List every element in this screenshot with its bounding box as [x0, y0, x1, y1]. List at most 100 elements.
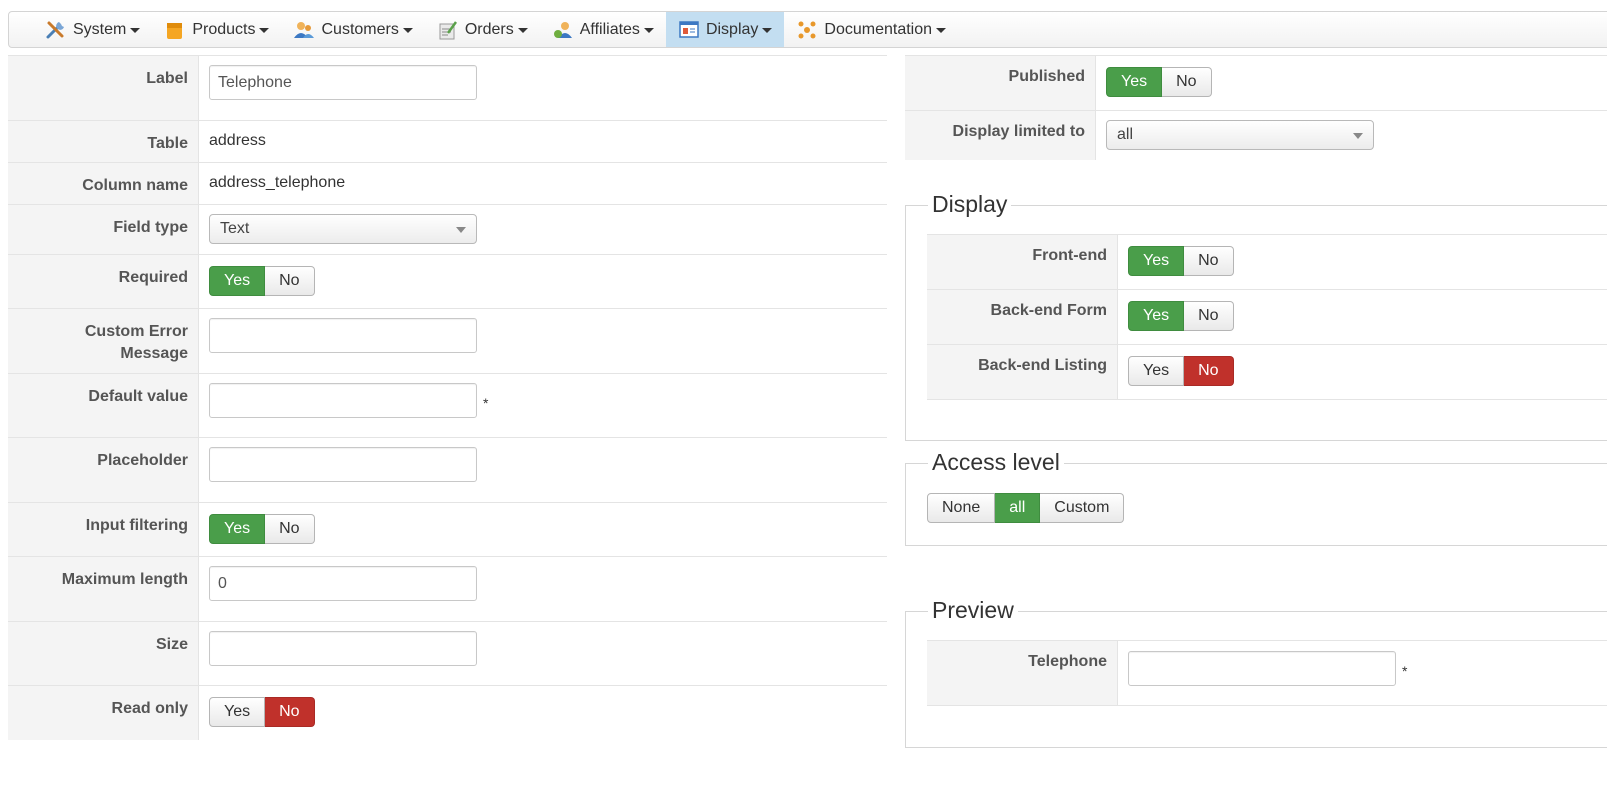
read-only-toggle: Yes No [209, 697, 315, 727]
menu-label: Affiliates [579, 20, 640, 38]
back-end-listing-toggle: Yes No [1128, 356, 1234, 386]
menu-products[interactable]: Products [152, 12, 281, 47]
field-label: Default value [8, 374, 199, 437]
menu-customers[interactable]: Customers [281, 12, 424, 47]
row-size: Size [8, 621, 887, 685]
row-back-end-form: Back-end Form Yes No [927, 289, 1607, 344]
field-type-select[interactable]: Text [209, 214, 477, 244]
row-front-end: Front-end Yes No [927, 234, 1607, 289]
field-label: Back-end Listing [927, 345, 1118, 399]
field-label: Placeholder [8, 438, 199, 502]
row-custom-error: Custom Error Message [8, 308, 887, 373]
menu-label: System [73, 20, 127, 38]
row-default-value: Default value * [8, 373, 887, 437]
row-label: Label [8, 55, 887, 120]
access-all-button[interactable]: all [995, 493, 1041, 523]
row-published: Published Yes No [905, 55, 1607, 110]
field-label: Size [8, 622, 199, 685]
required-yes-button[interactable]: Yes [209, 266, 266, 296]
row-required: Required Yes No [8, 254, 887, 308]
row-back-end-listing: Back-end Listing Yes No [927, 344, 1607, 400]
chevron-down-icon [130, 28, 141, 33]
input-filtering-no-button[interactable]: No [265, 514, 315, 544]
published-no-button[interactable]: No [1162, 67, 1212, 97]
field-label: Custom Error Message [8, 309, 199, 373]
default-value-input[interactable] [209, 383, 477, 418]
field-type-selected: Text [220, 220, 250, 237]
chevron-down-icon [259, 28, 270, 33]
field-label: Label [8, 56, 199, 120]
row-table: Table address [8, 120, 887, 162]
back-end-listing-yes-button[interactable]: Yes [1128, 356, 1185, 386]
field-label: Field type [8, 205, 199, 254]
row-max-length: Maximum length [8, 556, 887, 621]
field-label: Table [8, 121, 199, 162]
tools-icon [45, 19, 67, 41]
table-value: address [209, 132, 266, 149]
field-properties-form: Label Table address Column name address_… [8, 55, 887, 740]
published-toggle: Yes No [1106, 67, 1212, 97]
menu-label: Orders [464, 20, 514, 38]
front-end-yes-button[interactable]: Yes [1128, 246, 1185, 276]
menu-label: Products [192, 20, 256, 38]
display-limited-select[interactable]: all [1106, 120, 1374, 150]
row-placeholder: Placeholder [8, 437, 887, 502]
display-icon [678, 19, 700, 41]
row-preview-telephone: Telephone * [927, 640, 1607, 706]
read-only-no-button[interactable]: No [265, 697, 315, 727]
field-label: Display limited to [905, 111, 1096, 160]
row-read-only: Read only Yes No [8, 685, 887, 740]
label-input[interactable] [209, 65, 477, 100]
read-only-yes-button[interactable]: Yes [209, 697, 266, 727]
column-name-value: address_telephone [209, 174, 346, 191]
required-toggle: Yes No [209, 266, 315, 296]
chevron-down-icon [643, 28, 654, 33]
chevron-down-icon [762, 28, 773, 33]
placeholder-input[interactable] [209, 447, 477, 482]
published-yes-button[interactable]: Yes [1106, 67, 1163, 97]
front-end-no-button[interactable]: No [1184, 246, 1234, 276]
row-display-limited: Display limited to all [905, 110, 1607, 160]
access-level-toggle: None all Custom [927, 493, 1125, 523]
top-menu-bar: System Products Customers Orders Affilia… [8, 11, 1607, 48]
row-field-type: Field type Text [8, 204, 887, 254]
affiliates-icon [552, 19, 574, 41]
orders-icon [437, 19, 459, 41]
menu-documentation[interactable]: Documentation [784, 12, 958, 47]
size-input[interactable] [209, 631, 477, 666]
field-label: Read only [8, 686, 199, 740]
custom-error-input[interactable] [209, 318, 477, 353]
input-filtering-yes-button[interactable]: Yes [209, 514, 266, 544]
menu-affiliates[interactable]: Affiliates [540, 12, 666, 47]
display-legend: Display [928, 191, 1012, 218]
products-icon [164, 19, 186, 41]
field-label: Column name [8, 163, 199, 204]
max-length-input[interactable] [209, 566, 477, 601]
documentation-icon [796, 19, 818, 41]
access-level-fieldset: Access level None all Custom [905, 449, 1607, 546]
input-filtering-toggle: Yes No [209, 514, 315, 544]
required-asterisk: * [1402, 663, 1408, 679]
back-end-form-no-button[interactable]: No [1184, 301, 1234, 331]
customers-icon [293, 19, 315, 41]
display-limited-selected: all [1117, 126, 1134, 143]
back-end-form-toggle: Yes No [1128, 301, 1234, 331]
access-custom-button[interactable]: Custom [1040, 493, 1125, 523]
field-label: Required [8, 255, 199, 308]
chevron-down-icon [402, 28, 413, 33]
field-label: Maximum length [8, 557, 199, 621]
row-column-name: Column name address_telephone [8, 162, 887, 204]
required-no-button[interactable]: No [265, 266, 315, 296]
field-label: Front-end [927, 235, 1118, 289]
chevron-down-icon [936, 28, 947, 33]
back-end-form-yes-button[interactable]: Yes [1128, 301, 1185, 331]
menu-orders[interactable]: Orders [425, 12, 540, 47]
menu-label: Display [705, 20, 759, 38]
access-none-button[interactable]: None [927, 493, 996, 523]
field-label: Input filtering [8, 503, 199, 556]
back-end-listing-no-button[interactable]: No [1184, 356, 1234, 386]
dropdown-arrow-icon [456, 227, 466, 233]
preview-telephone-input[interactable] [1128, 651, 1396, 686]
menu-display[interactable]: Display [665, 12, 785, 47]
menu-system[interactable]: System [33, 12, 152, 47]
